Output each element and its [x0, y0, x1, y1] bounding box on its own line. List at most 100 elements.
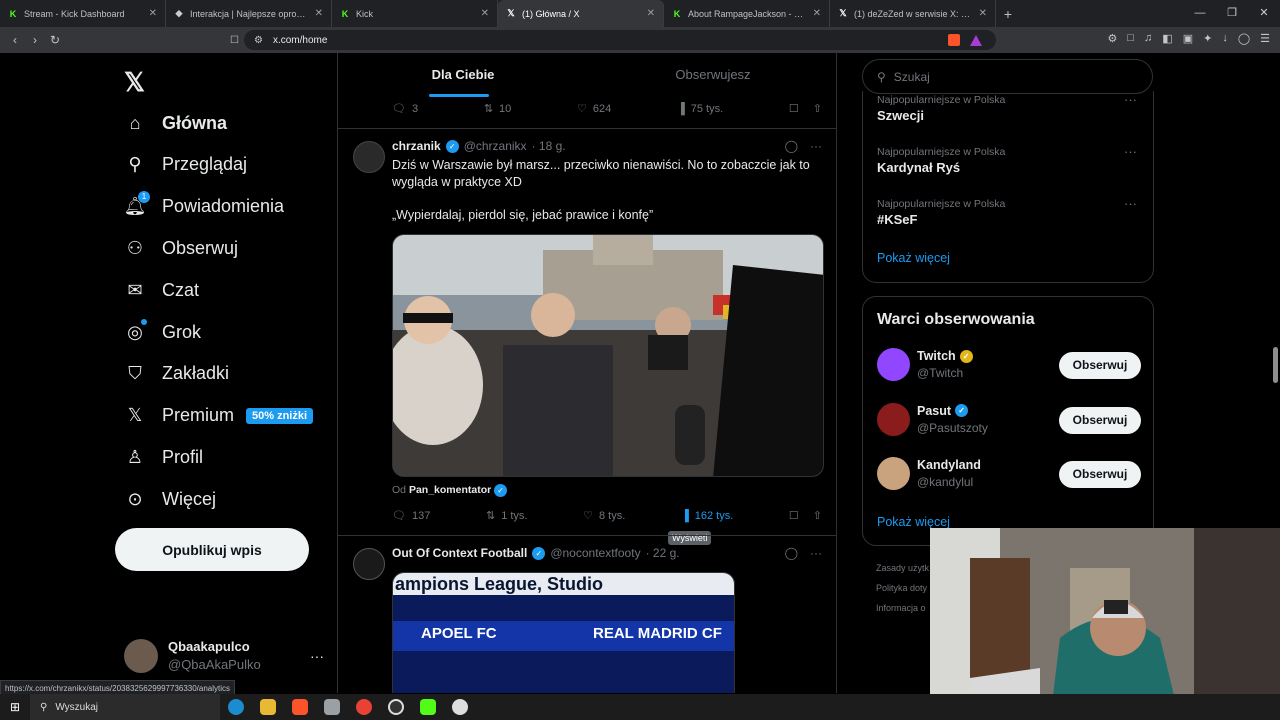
- views-button[interactable]: ▐ 162 tys.: [681, 509, 733, 522]
- share-icon[interactable]: ⇧: [813, 102, 822, 115]
- new-tab-button[interactable]: +: [996, 6, 1020, 22]
- music-icon[interactable]: ♫: [1144, 32, 1152, 45]
- back-icon[interactable]: ‹: [5, 33, 25, 47]
- taskbar-search[interactable]: ⚲ Wyszukaj: [30, 694, 220, 720]
- share-icon[interactable]: ⇧: [813, 509, 822, 522]
- wallet-icon[interactable]: □: [1127, 32, 1134, 45]
- tab-for-you[interactable]: Dla Ciebie: [338, 53, 588, 97]
- brave-shield-icon[interactable]: [948, 34, 960, 46]
- sidebar-item-profil[interactable]: ♙ Profil: [124, 444, 203, 470]
- show-more-trends-link[interactable]: Pokaż więcej: [877, 251, 950, 265]
- tweet-author-handle[interactable]: @chrzanikx: [464, 139, 527, 153]
- browser-tab[interactable]: K About RampageJackson - Watch Live ✕: [664, 0, 830, 27]
- brave-icon[interactable]: [284, 694, 316, 720]
- windows-start-icon[interactable]: ⊞: [0, 700, 30, 714]
- tweet-author-handle[interactable]: @nocontextfooty: [550, 546, 640, 560]
- sidebar-item-czat[interactable]: ✉ Czat: [124, 277, 199, 303]
- trend-item[interactable]: Najpopularniejsze w Polska Kardynał Ryś: [877, 146, 1005, 175]
- obs-icon[interactable]: [380, 694, 412, 720]
- vpn-icon[interactable]: ▣: [1183, 32, 1193, 45]
- app2-icon[interactable]: [444, 694, 476, 720]
- app-icon[interactable]: [316, 694, 348, 720]
- sidebar-item-przegladaj[interactable]: ⚲ Przeglądaj: [124, 152, 247, 178]
- footer-info-link[interactable]: Informacja o: [876, 603, 926, 613]
- scrollbar-thumb[interactable]: [1273, 347, 1278, 383]
- forward-icon[interactable]: ›: [25, 33, 45, 47]
- sidebar-toggle-icon[interactable]: ◧: [1162, 32, 1172, 45]
- trend-more-icon[interactable]: ···: [1124, 92, 1137, 107]
- minimize-icon[interactable]: —: [1184, 0, 1216, 27]
- url-field[interactable]: ☐ ⚙ x.com/home: [230, 30, 996, 50]
- repost-button[interactable]: ⇅ 1 tys.: [486, 509, 528, 523]
- follow-suggestion[interactable]: Pasut ✓ @Pasutszoty Obserwuj: [877, 402, 1141, 439]
- browser-tab[interactable]: 𝕏 (1) Główna / X ✕: [498, 0, 664, 27]
- sidebar-item-grok[interactable]: ◎ Grok: [124, 319, 201, 345]
- grok-icon[interactable]: ◯: [785, 139, 798, 153]
- trend-more-icon[interactable]: ···: [1124, 196, 1137, 211]
- tweet-author-avatar[interactable]: [353, 548, 385, 580]
- views-button[interactable]: ▐ 75 tys.: [677, 102, 723, 115]
- sidebar-item-zakladki[interactable]: ⛉ Zakładki: [124, 361, 229, 387]
- account-switcher[interactable]: Qbaakapulco @QbaAkaPulko ···: [124, 638, 324, 674]
- suggestion-name[interactable]: Twitch: [917, 349, 956, 363]
- tweet-more-icon[interactable]: ···: [810, 546, 822, 560]
- kick-app-icon[interactable]: [412, 694, 444, 720]
- bookmark-icon[interactable]: ☐: [789, 509, 799, 522]
- restore-icon[interactable]: ❐: [1216, 0, 1248, 27]
- follow-suggestion[interactable]: Kandyland @kandylul Obserwuj: [877, 457, 1141, 493]
- follow-suggestion[interactable]: Twitch ✓ @Twitch Obserwuj: [877, 348, 1141, 384]
- extensions-icon[interactable]: ⚙: [1108, 32, 1118, 45]
- shield-icon[interactable]: ◯: [1238, 32, 1250, 45]
- tweet-author-avatar[interactable]: [353, 141, 385, 173]
- close-tab-icon[interactable]: ✕: [813, 8, 821, 19]
- search-input[interactable]: ⚲ Szukaj: [862, 59, 1153, 94]
- sidebar-item-obserwuj[interactable]: ⚇ Obserwuj: [124, 235, 238, 261]
- download-icon[interactable]: ↓: [1222, 32, 1228, 45]
- file-explorer-icon[interactable]: [252, 694, 284, 720]
- reload-icon[interactable]: ↻: [45, 33, 65, 47]
- repost-button[interactable]: ⇅ 10: [484, 102, 511, 116]
- close-tab-icon[interactable]: ✕: [481, 8, 489, 19]
- edge-icon[interactable]: [220, 694, 252, 720]
- follow-button[interactable]: Obserwuj: [1059, 406, 1141, 434]
- close-tab-icon[interactable]: ✕: [979, 8, 987, 19]
- follow-button[interactable]: Obserwuj: [1059, 461, 1141, 488]
- brave-rewards-icon[interactable]: [970, 34, 982, 46]
- tweet-image[interactable]: ampions League, Studio APOEL FC REAL MAD…: [392, 572, 735, 693]
- show-more-follow-link[interactable]: Pokaż więcej: [877, 515, 950, 529]
- avatar[interactable]: [877, 402, 910, 436]
- leo-icon[interactable]: ✦: [1203, 32, 1212, 45]
- sidebar-item-premium[interactable]: 𝕏 Premium 50% zniżki: [124, 403, 314, 429]
- suggestion-handle[interactable]: @Pasutszoty: [917, 421, 988, 435]
- close-window-icon[interactable]: ✕: [1248, 0, 1280, 27]
- tweet-author-name[interactable]: chrzanik: [392, 139, 441, 153]
- like-button[interactable]: ♡ 624: [577, 102, 611, 116]
- trend-item[interactable]: Najpopularniejsze w Polska #KSeF: [877, 198, 1005, 227]
- close-tab-icon[interactable]: ✕: [315, 8, 323, 19]
- bookmark-icon[interactable]: ☐: [789, 102, 799, 115]
- close-tab-icon[interactable]: ✕: [149, 8, 157, 19]
- sidebar-item-wiecej[interactable]: ⊙ Więcej: [124, 486, 216, 512]
- x-logo-icon[interactable]: 𝕏: [124, 67, 145, 98]
- site-info-icon[interactable]: ⚙: [254, 35, 263, 46]
- tweet-more-icon[interactable]: ···: [810, 139, 822, 153]
- tweet-author-name[interactable]: Out Of Context Football: [392, 546, 527, 560]
- close-tab-icon[interactable]: ✕: [647, 8, 655, 19]
- grok-icon[interactable]: ◯: [785, 546, 798, 560]
- tweet-video[interactable]: [392, 234, 824, 477]
- reply-button[interactable]: 🗨 3: [392, 102, 418, 116]
- browser-tab[interactable]: 𝕏 (1) deZeZed w serwisie X: „Konfitura ✕: [830, 0, 996, 27]
- suggestion-name[interactable]: Kandyland: [917, 458, 981, 472]
- browser-tab[interactable]: ◆ Interakcja | Najlepsze oprogramowanie ✕: [166, 0, 332, 27]
- post-button[interactable]: Opublikuj wpis: [115, 528, 309, 571]
- footer-privacy-link[interactable]: Polityka doty: [876, 583, 927, 593]
- sidebar-item-glowna[interactable]: ⌂ Główna: [124, 110, 227, 136]
- avatar[interactable]: [877, 457, 910, 490]
- avatar[interactable]: [877, 348, 910, 381]
- attribution-author[interactable]: Pan_komentator: [409, 484, 491, 496]
- browser-tab[interactable]: K Stream - Kick Dashboard ✕: [0, 0, 166, 27]
- tab-following[interactable]: Obserwujesz: [588, 53, 836, 97]
- account-more-icon[interactable]: ···: [310, 648, 324, 664]
- trend-more-icon[interactable]: ···: [1124, 144, 1137, 159]
- browser-tab[interactable]: K Kick ✕: [332, 0, 498, 27]
